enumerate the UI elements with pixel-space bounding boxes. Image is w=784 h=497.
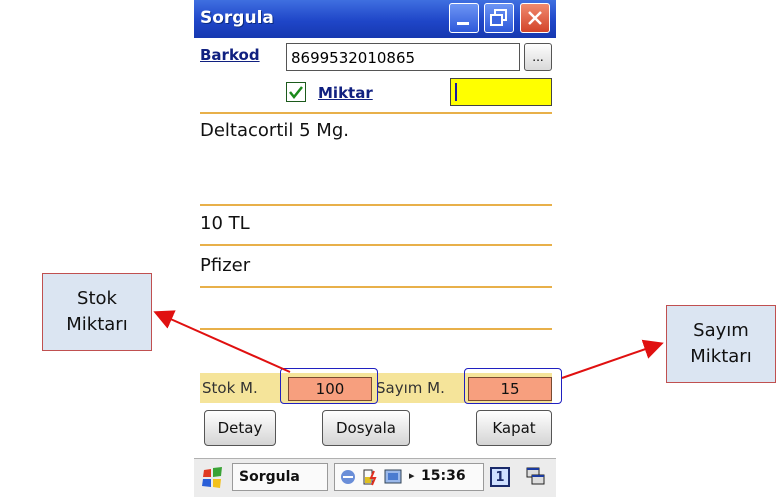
sayim-arrow [561, 339, 664, 379]
callout-arrows [153, 310, 664, 379]
stok-arrow [153, 310, 291, 373]
